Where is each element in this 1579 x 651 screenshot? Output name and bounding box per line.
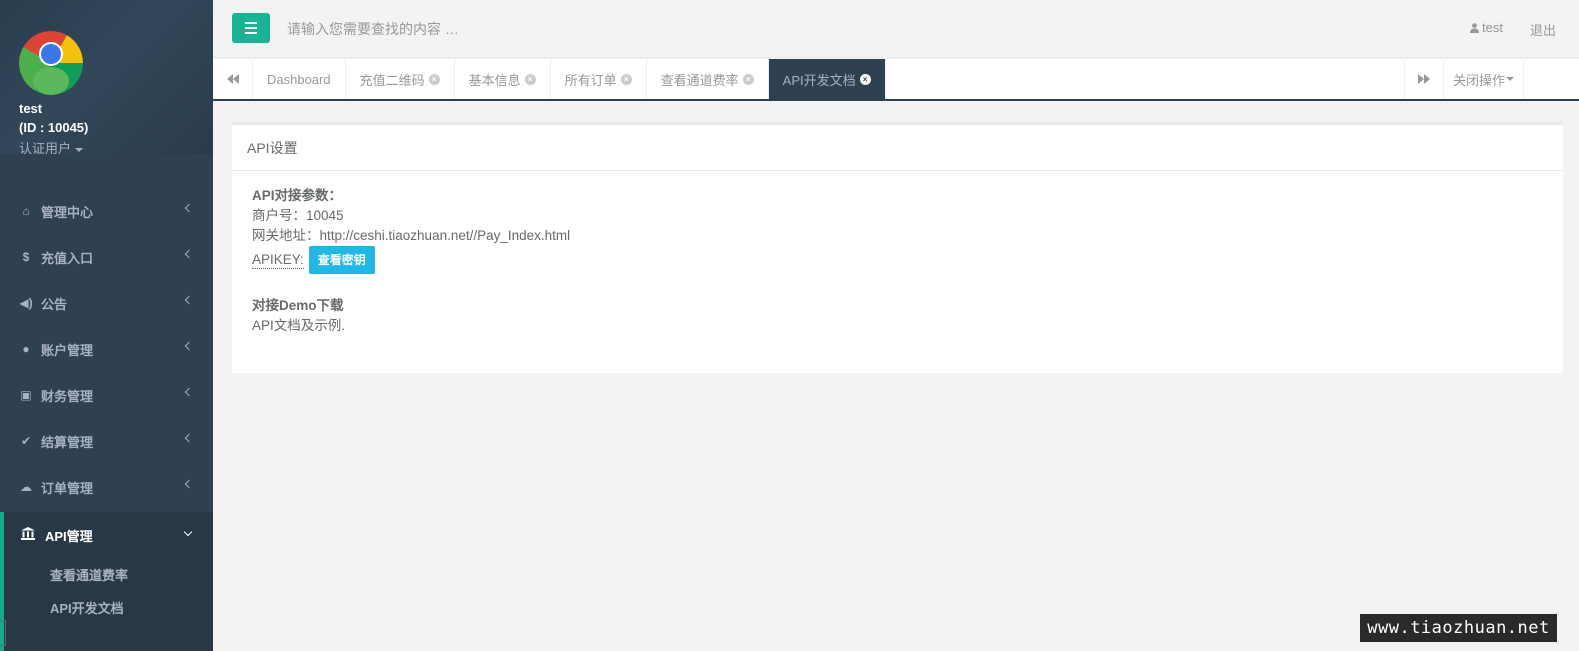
user-icon: ● — [22, 342, 30, 356]
demo-heading: 对接Demo下载 — [252, 298, 344, 313]
sidebar-item-label: 结算管理 — [41, 434, 94, 450]
view-key-button[interactable]: 查看密钥 — [308, 246, 375, 274]
hamburger-icon — [245, 22, 257, 24]
sidebar: test (ID : 10045) 认证用户 ⌂ 管理中心 $ 充值入口 ◀) 公告 ● 账户… — [0, 0, 213, 651]
sidebar-item-label: API管理 — [45, 528, 93, 544]
api-settings-panel: API设置 API对接参数： 商户号：10045 网关地址：http://ces… — [232, 122, 1563, 373]
close-tab-icon[interactable]: × — [742, 73, 754, 85]
panel-title: API设置 — [232, 125, 1563, 171]
profile-role-label: 认证用户 — [19, 141, 72, 156]
tab-label: Dashboard — [267, 71, 331, 87]
menu-toggle-button[interactable] — [232, 13, 270, 43]
close-operations-label: 关闭操作 — [1453, 72, 1506, 88]
profile-role-dropdown[interactable]: 认证用户 — [19, 138, 84, 157]
chevron-left-icon — [184, 295, 194, 305]
top-navbar: test 退出 — [213, 0, 1579, 58]
tab-label: 所有订单 — [564, 72, 617, 88]
tab-label: 基本信息 — [468, 72, 521, 88]
tab-label: 充值二维码 — [359, 72, 425, 88]
sidebar-item-4[interactable]: ▣ 财务管理 — [0, 372, 213, 418]
close-tab-icon[interactable]: × — [524, 73, 536, 85]
params-heading: API对接参数： — [252, 188, 343, 203]
chevron-left-icon — [184, 249, 194, 259]
sidebar-item-api-header[interactable]: API管理 — [4, 512, 213, 558]
tab-4[interactable]: 查看通道费率 × — [647, 59, 769, 99]
bank-icon — [21, 527, 35, 543]
avatar[interactable] — [19, 31, 83, 95]
gateway-url: 网关地址：http://ceshi.tiaozhuan.net//Pay_Ind… — [252, 228, 571, 243]
sidebar-item-label: 充值入口 — [41, 250, 94, 266]
sidebar-item-label: 订单管理 — [41, 480, 94, 496]
chevron-left-icon — [184, 203, 194, 213]
sidebar-item-label: 账户管理 — [41, 342, 94, 358]
merchant-id: 商户号：10045 — [252, 208, 344, 223]
sidebar-item-api-management[interactable]: API管理 查看通道费率 API开发文档 — [0, 512, 213, 651]
caret-down-icon — [75, 147, 84, 152]
profile-block: test (ID : 10045) 认证用户 — [0, 0, 213, 157]
sidebar-nav: ⌂ 管理中心 $ 充值入口 ◀) 公告 ● 账户管理 ▣ 财务管理 ✔ 结算管理 ☁ 订单管理 — [0, 188, 213, 510]
double-right-icon — [1418, 74, 1430, 84]
panel-body: API对接参数： 商户号：10045 网关地址：http://ceshi.tia… — [232, 171, 1563, 351]
window-edge — [0, 620, 6, 646]
tab-1[interactable]: 充值二维码 × — [346, 59, 455, 99]
check-icon: ✔ — [20, 434, 32, 448]
sidebar-item-0[interactable]: ⌂ 管理中心 — [0, 188, 213, 234]
hamburger-icon-line — [245, 27, 257, 29]
sidebar-item-label: 管理中心 — [41, 204, 94, 220]
tab-label: API开发文档 — [782, 72, 856, 88]
hamburger-icon-line — [245, 32, 257, 34]
chevron-left-icon — [184, 341, 194, 351]
user-name: test — [1482, 20, 1503, 35]
tab-0[interactable]: Dashboard — [253, 59, 346, 99]
close-tab-icon[interactable]: × — [428, 73, 440, 85]
sidebar-item-2[interactable]: ◀) 公告 — [0, 280, 213, 326]
double-left-icon — [226, 74, 239, 84]
sidebar-item-label: 公告 — [41, 296, 68, 312]
money-icon: ▣ — [20, 388, 32, 402]
profile-name: test — [19, 101, 43, 116]
close-tab-icon[interactable]: × — [620, 73, 632, 85]
sidebar-item-1[interactable]: $ 充值入口 — [0, 234, 213, 280]
sidebar-item-label: 财务管理 — [41, 388, 94, 404]
close-operations-dropdown[interactable]: 关闭操作 — [1444, 59, 1525, 99]
tab-3[interactable]: 所有订单 × — [551, 59, 647, 99]
watermark: www.tiaozhuan.net — [1360, 614, 1557, 642]
sidebar-subitem-channel-rates[interactable]: 查看通道费率 — [4, 558, 213, 591]
close-tab-icon[interactable]: × — [859, 73, 871, 85]
apikey-row: APIKEY: 查看密钥 — [252, 246, 1543, 274]
tab-bar: Dashboard 充值二维码 × 基本信息 × 所有订单 × 查看通道费率 × API开发文档 ×… — [213, 59, 1579, 101]
chevron-left-icon — [184, 433, 194, 443]
tab-2[interactable]: 基本信息 × — [455, 59, 551, 99]
tab-label: 查看通道费率 — [660, 72, 739, 88]
tab-list: Dashboard 充值二维码 × 基本信息 × 所有订单 × 查看通道费率 × API开发文档 × — [253, 59, 886, 99]
tab-bar-right: 关闭操作 — [1404, 59, 1525, 99]
dollar-icon: $ — [22, 250, 30, 264]
sidebar-subitem-api-docs[interactable]: API开发文档 — [4, 591, 213, 624]
cloud-icon: ☁ — [20, 480, 32, 494]
profile-id: (ID : 10045) — [19, 120, 89, 135]
volume-icon: ◀) — [19, 296, 33, 310]
user-link[interactable]: test — [1470, 20, 1503, 35]
chevron-left-icon — [184, 479, 194, 489]
tab-5[interactable]: API开发文档 × — [768, 59, 886, 99]
chevron-left-icon — [184, 387, 194, 397]
apikey-label: APIKEY: — [252, 251, 304, 269]
caret-down-icon — [1506, 77, 1515, 81]
chevron-down-icon — [183, 527, 193, 537]
logout-link[interactable]: 退出 — [1530, 20, 1556, 39]
sidebar-item-5[interactable]: ✔ 结算管理 — [0, 418, 213, 464]
demo-text: API文档及示例. — [252, 318, 346, 333]
tab-scroll-right-button[interactable] — [1404, 59, 1444, 99]
sidebar-item-3[interactable]: ● 账户管理 — [0, 326, 213, 372]
user-icon — [1470, 23, 1479, 33]
home-icon: ⌂ — [22, 204, 30, 218]
search-input[interactable] — [287, 17, 687, 41]
sidebar-item-6[interactable]: ☁ 订单管理 — [0, 464, 213, 510]
tab-scroll-left-button[interactable] — [213, 59, 253, 99]
